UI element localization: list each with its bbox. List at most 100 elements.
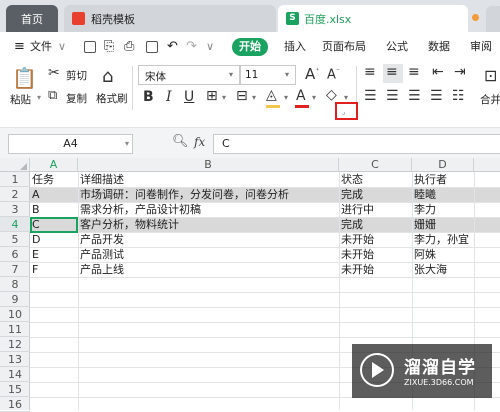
font-name-select[interactable]: 宋体 ▾ bbox=[138, 65, 240, 85]
select-all-corner[interactable] bbox=[0, 158, 30, 172]
merge-button[interactable]: 合并 bbox=[480, 92, 500, 107]
eraser-icon[interactable]: ◇ bbox=[326, 87, 337, 103]
zoom-icon[interactable]: 🔍︎ bbox=[172, 134, 189, 149]
cell-b2[interactable]: 市场调研：问卷制作，分发问卷，问卷分析 bbox=[78, 187, 339, 202]
cut-button[interactable]: 剪切 bbox=[66, 68, 87, 83]
increase-font-icon[interactable]: A⁺ bbox=[305, 65, 320, 83]
cell-d1[interactable]: 执行者 bbox=[412, 172, 474, 187]
cell-b5[interactable]: 产品开发 bbox=[78, 232, 339, 247]
format-painter-icon[interactable]: ⌂ bbox=[102, 66, 113, 87]
align-right-icon[interactable]: ☰ bbox=[408, 88, 421, 104]
align-center-icon[interactable]: ☰ bbox=[386, 88, 399, 104]
row-header[interactable]: 14 bbox=[0, 367, 30, 382]
justify-icon[interactable]: ☰ bbox=[430, 88, 443, 104]
chevron-down-icon[interactable]: ▾ bbox=[252, 93, 256, 102]
column-header-c[interactable]: C bbox=[339, 158, 412, 172]
cell-c1[interactable]: 状态 bbox=[339, 172, 412, 187]
cell-a1[interactable]: 任务 bbox=[30, 172, 78, 187]
cell-c5[interactable]: 未开始 bbox=[339, 232, 412, 247]
row-header[interactable]: 2 bbox=[0, 187, 30, 202]
row-header[interactable]: 9 bbox=[0, 292, 30, 307]
align-top-icon[interactable]: ≡ bbox=[364, 64, 376, 80]
row-header[interactable]: 12 bbox=[0, 337, 30, 352]
row-header-selected[interactable]: 4 bbox=[0, 217, 30, 232]
cell-a7[interactable]: F bbox=[30, 262, 78, 277]
export-icon[interactable]: ⎘ bbox=[104, 32, 114, 62]
redo-icon[interactable]: ↷ bbox=[186, 32, 197, 62]
chevron-down-icon[interactable]: ▾ bbox=[222, 93, 226, 102]
hamburger-icon[interactable]: ≡ bbox=[14, 32, 25, 62]
name-box[interactable]: A4 bbox=[8, 134, 133, 154]
decrease-font-icon[interactable]: A⁻ bbox=[327, 66, 340, 82]
new-tab-button[interactable] bbox=[486, 6, 500, 32]
row-header[interactable]: 3 bbox=[0, 202, 30, 217]
cell-b4[interactable]: 客户分析，物料统计 bbox=[78, 217, 339, 232]
scissors-icon[interactable]: ✂ bbox=[48, 65, 60, 81]
chevron-down-icon[interactable]: ▾ bbox=[125, 139, 129, 148]
font-color-icon[interactable]: A bbox=[296, 88, 306, 104]
row-header[interactable]: 6 bbox=[0, 247, 30, 262]
cell-a5[interactable]: D bbox=[30, 232, 78, 247]
cell-b7[interactable]: 产品上线 bbox=[78, 262, 339, 277]
menu-review[interactable]: 审阅 bbox=[470, 32, 492, 62]
outdent-icon[interactable]: ⇥ bbox=[454, 64, 466, 80]
cell-d7[interactable]: 张大海 bbox=[412, 262, 474, 277]
copy-button[interactable]: 复制 bbox=[66, 91, 87, 106]
menu-start[interactable]: 开始 bbox=[232, 38, 268, 56]
cell-d2[interactable]: 睦曦 bbox=[412, 187, 474, 202]
chevron-down-icon[interactable]: ▾ bbox=[312, 93, 316, 102]
tab-template[interactable]: 稻壳模板 bbox=[64, 5, 276, 32]
indent-icon[interactable]: ⇤ bbox=[432, 64, 444, 80]
italic-icon[interactable]: I bbox=[166, 89, 172, 105]
row-header[interactable]: 1 bbox=[0, 172, 30, 187]
cell-d6[interactable]: 阿姝 bbox=[412, 247, 474, 262]
paste-button[interactable]: 粘贴 bbox=[10, 92, 31, 107]
cell-c7[interactable]: 未开始 bbox=[339, 262, 412, 277]
chevron-down-icon[interactable]: ▾ bbox=[284, 93, 288, 102]
row-header[interactable]: 11 bbox=[0, 322, 30, 337]
underline-icon[interactable]: U bbox=[184, 89, 194, 105]
border-icon[interactable]: ⊞ bbox=[206, 88, 218, 104]
cell-a6[interactable]: E bbox=[30, 247, 78, 262]
cell-b1[interactable]: 详细描述 bbox=[78, 172, 339, 187]
more-chevron-icon[interactable]: ∨ bbox=[206, 32, 214, 62]
cell-a2[interactable]: A bbox=[30, 187, 78, 202]
paste-icon[interactable]: 📋 bbox=[12, 66, 37, 90]
row-header[interactable]: 7 bbox=[0, 262, 30, 277]
menu-insert[interactable]: 插入 bbox=[284, 32, 306, 62]
cell-c6[interactable]: 未开始 bbox=[339, 247, 412, 262]
distribute-icon[interactable]: ☷ bbox=[452, 88, 465, 104]
menu-page-layout[interactable]: 页面布局 bbox=[322, 32, 366, 62]
formula-input[interactable]: C bbox=[213, 134, 500, 154]
row-header[interactable]: 5 bbox=[0, 232, 30, 247]
menu-file[interactable]: 文件 bbox=[30, 32, 52, 62]
save-icon[interactable] bbox=[84, 41, 96, 53]
column-header-d[interactable]: D bbox=[412, 158, 474, 172]
menu-data[interactable]: 数据 bbox=[428, 32, 450, 62]
tab-file[interactable]: S 百度.xlsx bbox=[278, 5, 468, 32]
print-icon[interactable]: ⎙ bbox=[124, 32, 134, 62]
cell-d3[interactable]: 李力 bbox=[412, 202, 474, 217]
fx-icon[interactable]: fx bbox=[194, 135, 205, 149]
cell-c2[interactable]: 完成 bbox=[339, 187, 412, 202]
cell-b3[interactable]: 需求分析，产品设计初稿 bbox=[78, 202, 339, 217]
cell-c4[interactable]: 完成 bbox=[339, 217, 412, 232]
copy-icon[interactable]: ⧉ bbox=[48, 88, 57, 103]
bold-icon[interactable]: B bbox=[143, 89, 154, 105]
row-header[interactable]: 8 bbox=[0, 277, 30, 292]
cell-a3[interactable]: B bbox=[30, 202, 78, 217]
undo-icon[interactable]: ↶ bbox=[167, 32, 178, 62]
fill-color-icon[interactable]: ◬ bbox=[266, 87, 277, 103]
align-middle-icon[interactable]: ≡ bbox=[386, 64, 398, 80]
align-left-icon[interactable]: ☰ bbox=[364, 88, 377, 104]
row-header[interactable]: 10 bbox=[0, 307, 30, 322]
column-header-b[interactable]: B bbox=[78, 158, 339, 172]
menu-formula[interactable]: 公式 bbox=[386, 32, 408, 62]
cell-style-icon[interactable]: ⊟ bbox=[236, 88, 248, 104]
chevron-down-icon[interactable]: ∨ bbox=[58, 32, 66, 62]
print-preview-icon[interactable] bbox=[146, 41, 158, 53]
align-bottom-icon[interactable]: ≡ bbox=[408, 64, 420, 80]
format-painter-button[interactable]: 格式刷 bbox=[96, 91, 128, 106]
row-header[interactable]: 15 bbox=[0, 382, 30, 397]
cell-d4[interactable]: 姗姗 bbox=[412, 217, 474, 232]
